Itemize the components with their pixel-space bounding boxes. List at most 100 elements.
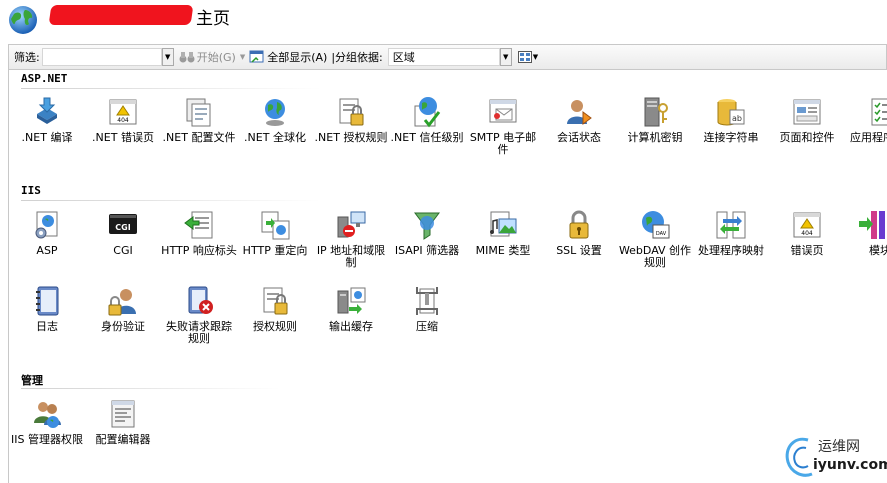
feature-logging[interactable]: 日志 [9,285,85,359]
feature-cgi[interactable]: CGI CGI [85,209,161,283]
feature-handler-mappings[interactable]: 处理程序映射 [693,209,769,283]
feature-label: 模块 [869,244,887,257]
watermark-text-url: iyunv.com [813,457,887,473]
feature-iis-manager-permissions[interactable]: IIS 管理器权限 [9,398,85,472]
feature-label: 页面和控件 [779,131,835,144]
feature-label: 日志 [36,320,58,333]
section-title-management: 管理 [21,374,43,387]
feature-label: 处理程序映射 [698,244,764,257]
feature-label: 连接字符串 [703,131,759,144]
feature-modules[interactable]: 模块 [812,209,887,283]
go-dropdown-icon[interactable]: ▼ [240,53,245,61]
feature-label: 压缩 [416,320,438,333]
feature-net-globalization[interactable]: .NET 全球化 [237,96,313,170]
feature-label: HTTP 响应标头 [161,244,237,257]
feature-mime-types[interactable]: MIME 类型 [465,209,541,283]
feature-label: ISAPI 筛选器 [394,244,460,257]
chevron-down-icon: ▼ [532,53,539,61]
feature-label: 输出缓存 [329,320,373,333]
svg-text:ab: ab [732,114,742,123]
filter-label: 筛选: [14,51,40,64]
net-globalization-icon [265,99,285,126]
feature-machine-key[interactable]: 计算机密钥 [617,96,693,170]
chevron-down-icon: ▼ [503,53,509,61]
smtp-email-icon [489,99,517,123]
feature-authentication[interactable]: 身份验证 [85,285,161,359]
configuration-editor-icon [111,400,135,428]
mime-types-icon [490,211,517,237]
group-by-dropdown-button[interactable]: ▼ [499,48,512,66]
view-grid-icon [517,51,532,63]
filter-dropdown-button[interactable]: ▼ [161,48,174,66]
session-state-icon [567,100,592,125]
watermark-logo: 运维网 iyunv.com [780,432,887,483]
feature-net-trust-levels[interactable]: .NET 信任级别 [389,96,465,170]
feature-webdav-authoring-rules[interactable]: DAV WebDAV 创作规则 [617,209,693,283]
net-authorization-icon [339,98,364,126]
go-label: 开始(G) [196,51,236,64]
redacted-server-name [48,5,194,25]
feature-label: IP 地址和域限制 [316,244,386,269]
feature-label: SMTP 电子邮件 [469,131,537,156]
pages-controls-icon [793,99,821,125]
feature-connection-strings[interactable]: ab 连接字符串 [693,96,769,170]
feature-label: 失败请求跟踪规则 [166,320,232,345]
feature-authorization-rules[interactable]: 授权规则 [237,285,313,359]
http-response-headers-icon [184,211,213,239]
filter-input[interactable] [41,48,162,66]
feature-http-response-headers[interactable]: HTTP 响应标头 [161,209,237,283]
feature-label: 身份验证 [101,320,145,333]
binoculars-icon [179,52,195,63]
output-caching-icon [337,287,366,314]
feature-label: WebDAV 创作规则 [618,244,692,269]
logging-icon [36,286,59,316]
feature-label: .NET 全球化 [244,131,306,144]
app-settings-icon [871,98,887,126]
feature-ssl-settings[interactable]: SSL 设置 [541,209,617,283]
feature-compression[interactable]: 压缩 [389,285,465,359]
feature-label: SSL 设置 [556,244,602,257]
dav-badge-text: DAV [656,231,667,237]
group-by-value: 区域 [392,51,415,64]
feature-net-error-pages[interactable]: 404 .NET 错误页 [85,96,161,170]
feature-label: .NET 授权规则 [314,131,388,144]
feature-label: 计算机密钥 [627,131,683,144]
feature-label: HTTP 重定向 [242,244,308,257]
feature-net-profile[interactable]: .NET 配置文件 [161,96,237,170]
go-button[interactable]: 开始(G) [179,49,236,65]
feature-http-redirect[interactable]: HTTP 重定向 [237,209,313,283]
section-divider [21,200,321,201]
view-mode-button[interactable]: ▼ [517,51,539,63]
feature-smtp-email[interactable]: SMTP 电子邮件 [465,96,541,170]
feature-label: .NET 错误页 [92,131,154,144]
section-title-iis: IIS [21,184,41,197]
failed-request-tracing-icon [188,286,213,314]
feature-app-settings[interactable]: 应用程序设置 [845,96,887,170]
feature-pages-controls[interactable]: 页面和控件 [769,96,845,170]
authorization-rules-icon [263,287,288,315]
feature-failed-request-tracing[interactable]: 失败请求跟踪规则 [161,285,237,359]
group-by-select[interactable]: 区域 [387,48,500,66]
http-redirect-icon [261,211,290,240]
section-divider [21,388,281,389]
feature-asp[interactable]: ASP [9,209,85,283]
globe-icon [9,6,37,34]
feature-output-caching[interactable]: 输出缓存 [313,285,389,359]
feature-configuration-editor[interactable]: 配置编辑器 [85,398,161,472]
feature-net-compilation[interactable]: .NET 编译 [9,96,85,170]
net-error-page-icon: 404 [109,99,137,125]
watermark-text-cn: 运维网 [818,439,860,455]
feature-session-state[interactable]: 会话状态 [541,96,617,170]
feature-isapi-filters[interactable]: ISAPI 筛选器 [389,209,465,283]
feature-label: .NET 编译 [21,131,73,144]
cgi-badge-text: CGI [115,223,130,232]
handler-mappings-icon [716,211,746,239]
feature-label: 授权规则 [253,320,297,333]
feature-label: 应用程序设置 [850,131,887,144]
feature-net-authorization-rules[interactable]: .NET 授权规则 [313,96,389,170]
show-all-button[interactable]: 全部显示(A) [249,49,327,65]
feature-ip-domain-restrictions[interactable]: IP 地址和域限制 [313,209,389,283]
show-all-label: 全部显示(A) [267,51,328,64]
webdav-icon: DAV [642,211,670,239]
feature-label: CGI [113,244,133,257]
